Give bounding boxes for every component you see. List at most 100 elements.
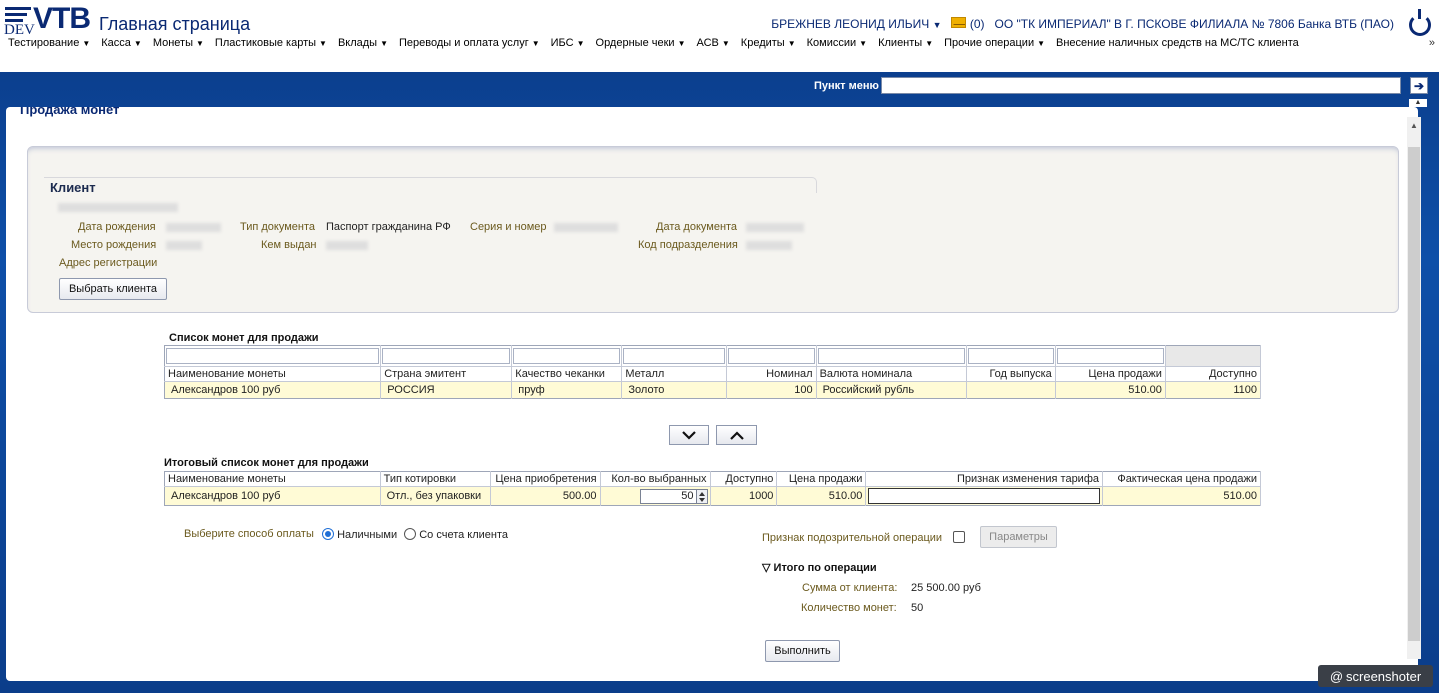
mail-link[interactable]: (0) (951, 17, 985, 31)
column-filter-input[interactable] (166, 348, 380, 364)
filter-cell (1165, 345, 1262, 367)
menu-item-label: Клиенты (878, 37, 923, 49)
menu-item[interactable]: Пластиковые карты ▼ (215, 37, 327, 51)
table-cell: 1000 (710, 486, 778, 506)
subdivision-code-redacted (746, 241, 792, 250)
move-down-button[interactable] (669, 425, 709, 445)
column-filter-input[interactable] (623, 348, 726, 364)
column-filter-input[interactable] (967, 348, 1054, 364)
column-header[interactable]: Валюта номинала (816, 366, 967, 382)
table-cell: 500.00 (490, 486, 601, 506)
chevron-down-icon: ▼ (859, 39, 868, 48)
column-header[interactable]: Кол-во выбранных (600, 471, 711, 487)
menu-item[interactable]: Вклады ▼ (338, 37, 388, 51)
menu-item[interactable]: Внесение наличных средств на МС/ТС клиен… (1056, 37, 1299, 51)
menu-more-icon[interactable]: » (1429, 37, 1435, 49)
client-section: Клиент Дата рождения Место рождения Адре… (27, 146, 1399, 313)
column-header[interactable]: Тип котировки (380, 471, 491, 487)
count-value: 50 (911, 602, 924, 614)
table-row[interactable]: Александров 100 руб Отл., без упаковки 500… (164, 486, 1261, 506)
chevron-down-icon: ▼ (196, 39, 204, 48)
suspicious-checkbox[interactable] (953, 531, 965, 543)
menu-search-input[interactable] (881, 77, 1401, 94)
chevron-up-icon (729, 430, 744, 440)
menu-item[interactable]: АСВ ▼ (696, 37, 729, 51)
suspicious-label: Признак подозрительной операции (762, 532, 943, 544)
params-button[interactable]: Параметры (980, 526, 1057, 548)
quantity-stepper[interactable]: 50 (639, 488, 697, 504)
filter-cell (511, 345, 623, 367)
column-header[interactable]: Цена продажи (1055, 366, 1166, 382)
menu-item[interactable]: Кредиты ▼ (741, 37, 796, 51)
menu-item[interactable]: Клиенты ▼ (878, 37, 933, 51)
column-header[interactable]: Цена продажи (776, 471, 867, 487)
column-header[interactable]: Металл (621, 366, 728, 382)
series-number-redacted (554, 223, 618, 232)
column-filter-input[interactable] (382, 348, 511, 364)
scrollbar-thumb[interactable] (1408, 147, 1420, 641)
menu-item[interactable]: Касса ▼ (101, 37, 142, 51)
menu-item-label: Комиссии (806, 37, 857, 49)
menu-item[interactable]: ИБС ▼ (551, 37, 585, 51)
table-row[interactable]: Александров 100 руб РОССИЯ пруф Золото 100 Ро… (164, 381, 1262, 399)
radio-account[interactable] (404, 528, 417, 540)
collapse-up-icon[interactable]: ▲ (1409, 99, 1427, 107)
quantity-cell: 50 (600, 486, 711, 506)
column-header[interactable]: Цена приобретения (490, 471, 601, 487)
totals-title: Итого по операции (773, 562, 877, 574)
column-header[interactable]: Признак изменения тарифа (865, 471, 1103, 487)
column-header[interactable]: Наименование монеты (164, 366, 382, 382)
chevron-down-icon: ▼ (677, 39, 686, 48)
column-header[interactable]: Качество чеканки (511, 366, 623, 382)
menu-item[interactable]: Переводы и оплата услуг ▼ (399, 37, 540, 51)
arrow-right-icon[interactable]: ➔ (1410, 77, 1428, 94)
tariff-change-input[interactable] (868, 488, 1100, 504)
doc-type-value: Паспорт гражданина РФ (326, 221, 451, 233)
select-client-button[interactable]: Выбрать клиента (59, 278, 167, 300)
column-header[interactable]: Страна эмитент (380, 366, 513, 382)
reg-address-label: Адрес регистрации (59, 257, 158, 269)
column-header[interactable]: Номинал (726, 366, 817, 382)
table-cell: Отл., без упаковки (380, 486, 491, 506)
client-title: Клиент (50, 180, 96, 195)
totals-toggle[interactable]: ▽ Итого по операции (762, 561, 877, 574)
chevron-down-icon: ▼ (721, 39, 730, 48)
menu-item[interactable]: Монеты ▼ (153, 37, 204, 51)
birth-place-label: Место рождения (71, 239, 157, 251)
execute-button[interactable]: Выполнить (765, 640, 840, 662)
column-filter-input[interactable] (817, 348, 965, 364)
column-header[interactable]: Фактическая цена продажи (1102, 471, 1261, 487)
menu-item[interactable]: Ордерные чеки ▼ (596, 37, 686, 51)
menu-item-label: Пластиковые карты (214, 37, 317, 49)
watermark-text: screenshoter (1346, 668, 1422, 684)
move-up-button[interactable] (716, 425, 757, 445)
collapse-triangle-icon: ▽ (762, 562, 771, 574)
spinner-arrows-icon[interactable] (696, 488, 708, 504)
radio-cash[interactable] (322, 528, 334, 540)
column-filter-input[interactable] (728, 348, 815, 364)
payment-account-label: Со счета клиента (419, 529, 509, 541)
payment-cash-option[interactable]: Наличными (322, 528, 397, 541)
filter-cell (380, 345, 513, 367)
column-header[interactable]: Год выпуска (966, 366, 1056, 382)
column-header[interactable]: Доступно (1165, 366, 1262, 382)
menu-item-label: Вклады (337, 37, 378, 49)
payment-account-option[interactable]: Со счета клиента (404, 528, 509, 541)
menu-item-label: ИБС (550, 37, 574, 49)
vertical-scrollbar[interactable]: ▲ (1407, 117, 1421, 659)
scroll-up-icon[interactable]: ▲ (1407, 121, 1421, 130)
table-cell: Российский рубль (816, 381, 967, 399)
series-number-label: Серия и номер (470, 221, 547, 233)
column-header[interactable]: Доступно (710, 471, 778, 487)
doc-date-redacted (746, 223, 804, 232)
menu-item[interactable]: Прочие операции ▼ (944, 37, 1045, 51)
filter-cell (1055, 345, 1166, 367)
logout-power-icon[interactable] (1409, 9, 1431, 36)
menu-item[interactable]: Тестирование ▼ (8, 37, 90, 51)
vtb-logo[interactable]: VTB DEV (3, 2, 98, 40)
menu-item[interactable]: Комиссии ▼ (807, 37, 867, 51)
column-filter-input[interactable] (1056, 348, 1164, 364)
column-filter-input[interactable] (513, 348, 621, 364)
column-header[interactable]: Наименование монеты (164, 471, 381, 487)
user-menu[interactable]: БРЕЖНЕВ ЛЕОНИД ИЛЬИЧ ▼ (771, 17, 941, 31)
